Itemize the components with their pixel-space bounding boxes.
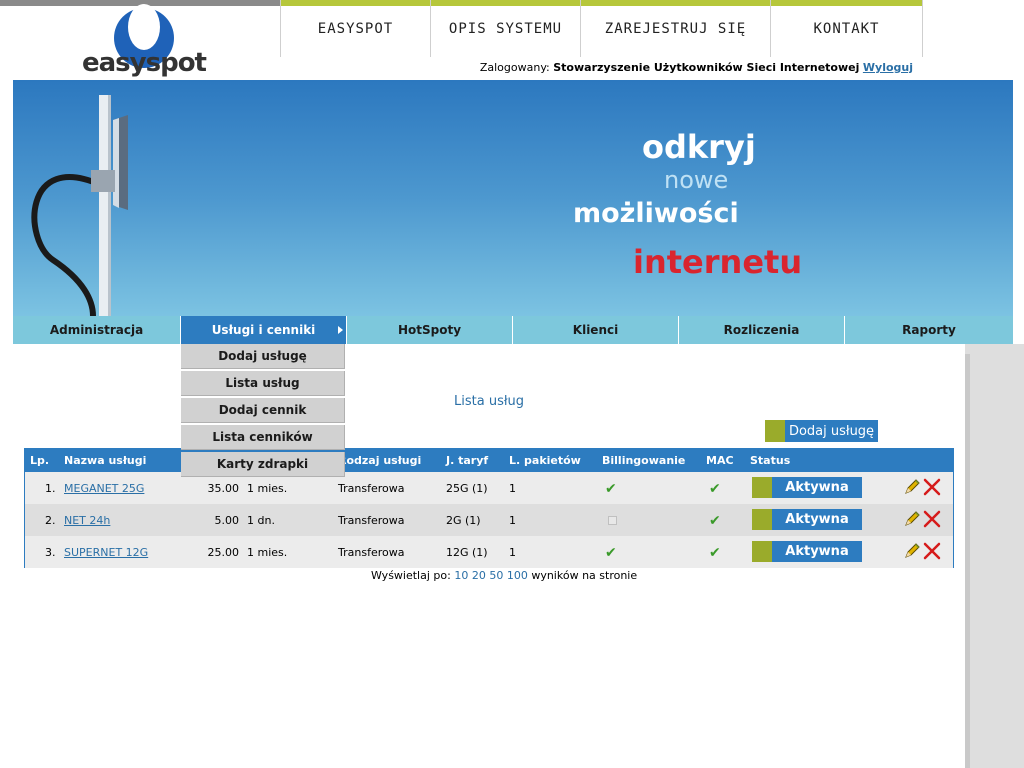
menu-uslugi-i-cenniki[interactable]: Usługi i cenniki: [181, 316, 347, 344]
row-price: 5.00: [214, 514, 240, 527]
delete-x-icon[interactable]: [923, 542, 941, 560]
edit-pencil-icon[interactable]: [903, 478, 921, 496]
row-period: 1 dn.: [247, 514, 275, 527]
menu-raporty[interactable]: Raporty: [845, 316, 1013, 344]
pager-option-10[interactable]: 10: [454, 569, 468, 582]
status-label: Aktywna: [772, 509, 862, 530]
topnav-easyspot[interactable]: EASYSPOT: [280, 0, 430, 57]
row-tariff: 2G (1): [446, 514, 481, 527]
banner-line-4: internetu: [633, 243, 803, 281]
status-accent: [752, 477, 772, 498]
topnav-kontakt[interactable]: KONTAKT: [770, 0, 923, 57]
header-pakietow: L. pakietów: [509, 454, 581, 467]
easyspot-logo[interactable]: easyspot: [80, 4, 210, 80]
row-type: Transferowa: [338, 514, 405, 527]
submenu-dodaj-usluge[interactable]: Dodaj usługę: [181, 344, 345, 369]
service-name-link[interactable]: MEGANET 25G: [64, 482, 144, 495]
mac-check-icon: ✔: [709, 545, 721, 561]
row-packets: 1: [509, 482, 516, 495]
banner-line-1: odkryj: [642, 128, 756, 166]
header-taryf: J. taryf: [446, 454, 489, 467]
pager: Wyświetlaj po: 10 20 50 100 wyników na s…: [371, 569, 637, 582]
status-accent: [752, 509, 772, 530]
row-lp: 1.: [45, 482, 56, 495]
pager-label: Wyświetlaj po:: [371, 569, 451, 582]
right-gray-column: [965, 344, 1024, 768]
submenu-arrow-icon: [338, 326, 343, 334]
row-lp: 2.: [45, 514, 56, 527]
delete-x-icon[interactable]: [923, 478, 941, 496]
menu-uslugi-label: Usługi i cenniki: [211, 323, 316, 337]
mac-check-icon: ✔: [709, 513, 721, 529]
page-title: Lista usług: [454, 394, 525, 409]
antenna-illustration: [31, 95, 128, 316]
row-price: 25.00: [207, 546, 240, 559]
status-button[interactable]: Aktywna: [752, 509, 862, 530]
row-period: 1 mies.: [247, 482, 288, 495]
status-accent: [752, 541, 772, 562]
edit-pencil-icon[interactable]: [903, 542, 921, 560]
services-table: Lp. Nazwa usługi Rodzaj usługi J. taryf …: [24, 448, 954, 568]
pager-option-20[interactable]: 20: [472, 569, 486, 582]
billing-check-icon: ✔: [605, 481, 617, 497]
hero-banner: odkryj nowe możliwości internetu: [13, 80, 1013, 316]
table-row: 2. NET 24h 5.00 1 dn. Transferowa 2G (1) 1 ✔ Akt…: [25, 504, 953, 536]
row-tariff: 12G (1): [446, 546, 488, 559]
menu-klienci[interactable]: Klienci: [513, 316, 679, 344]
login-status: Zalogowany: Stowarzyszenie Użytkowników …: [480, 61, 913, 74]
row-packets: 1: [509, 514, 516, 527]
table-row: 3. SUPERNET 12G 25.00 1 mies. Transferowa 12G…: [25, 536, 953, 568]
table-header: Lp. Nazwa usługi Rodzaj usługi J. taryf …: [25, 449, 953, 472]
pager-option-100[interactable]: 100: [507, 569, 528, 582]
add-service-label: Dodaj usługę: [785, 420, 878, 442]
menu-administracja[interactable]: Administracja: [13, 316, 181, 344]
header-rodzaj: Rodzaj usługi: [338, 454, 422, 467]
login-user: Stowarzyszenie Użytkowników Sieci Intern…: [553, 61, 860, 74]
mac-check-icon: ✔: [709, 481, 721, 497]
edit-pencil-icon[interactable]: [903, 510, 921, 528]
submenu-lista-uslug[interactable]: Lista usług: [181, 371, 345, 396]
row-price: 35.00: [207, 482, 240, 495]
logout-link[interactable]: Wyloguj: [863, 61, 913, 74]
topnav-opis-systemu[interactable]: OPIS SYSTEMU: [430, 0, 580, 57]
logo-text: easyspot: [82, 48, 207, 78]
status-button[interactable]: Aktywna: [752, 541, 862, 562]
service-name-link[interactable]: SUPERNET 12G: [64, 546, 148, 559]
header-lp: Lp.: [30, 454, 50, 467]
status-label: Aktywna: [772, 477, 862, 498]
menu-rozliczenia[interactable]: Rozliczenia: [679, 316, 845, 344]
billing-empty-icon: [608, 516, 617, 525]
header-status: Status: [750, 454, 791, 467]
header-mac: MAC: [706, 454, 734, 467]
submenu-lista-cennikow[interactable]: Lista cenników: [181, 425, 345, 450]
pager-suffix: wyników na stronie: [531, 569, 638, 582]
billing-check-icon: ✔: [605, 545, 617, 561]
row-lp: 3.: [45, 546, 56, 559]
pager-option-50[interactable]: 50: [489, 569, 503, 582]
status-button[interactable]: Aktywna: [752, 477, 862, 498]
row-tariff: 25G (1): [446, 482, 488, 495]
submenu-dodaj-cennik[interactable]: Dodaj cennik: [181, 398, 345, 423]
header-nazwa: Nazwa usługi: [64, 454, 147, 467]
add-service-button[interactable]: Dodaj usługę: [765, 420, 878, 442]
topnav-zarejestruj[interactable]: ZAREJESTRUJ SIĘ: [580, 0, 770, 57]
table-row: 1. MEGANET 25G 35.00 1 mies. Transferowa 25G …: [25, 472, 953, 504]
submenu-dropdown: Dodaj usługę Lista usług Dodaj cennik Li…: [181, 344, 345, 479]
banner-line-2: nowe: [664, 166, 729, 194]
button-accent: [765, 420, 785, 442]
banner-line-3: możliwości: [573, 198, 739, 229]
service-name-link[interactable]: NET 24h: [64, 514, 110, 527]
menu-hotspoty[interactable]: HotSpoty: [347, 316, 513, 344]
row-period: 1 mies.: [247, 546, 288, 559]
submenu-karty-zdrapki[interactable]: Karty zdrapki: [181, 452, 345, 477]
login-label: Zalogowany:: [479, 61, 550, 74]
row-packets: 1: [509, 546, 516, 559]
header-billing: Billingowanie: [602, 454, 686, 467]
row-type: Transferowa: [338, 482, 405, 495]
top-navigation: EASYSPOT OPIS SYSTEMU ZAREJESTRUJ SIĘ KO…: [280, 0, 923, 57]
delete-x-icon[interactable]: [923, 510, 941, 528]
status-label: Aktywna: [772, 541, 862, 562]
main-menu: Administracja Usługi i cenniki HotSpoty …: [13, 316, 1013, 344]
row-type: Transferowa: [338, 546, 405, 559]
